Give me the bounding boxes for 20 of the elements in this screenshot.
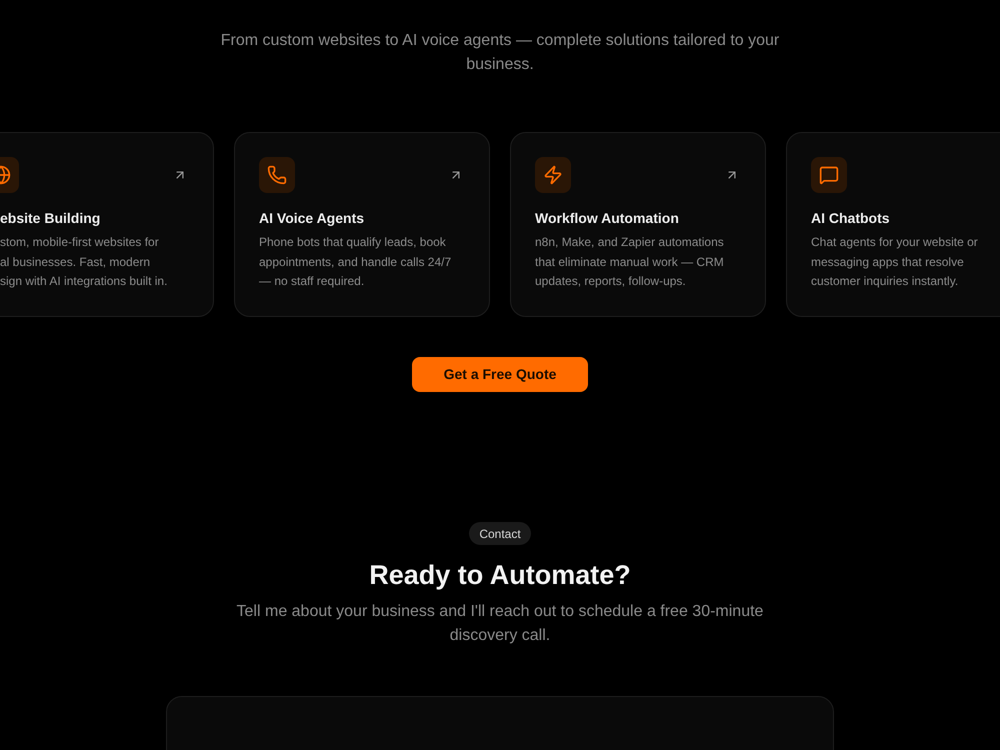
section-subtitle: From custom websites to AI voice agents — complete solutions tailored to your business. (220, 31, 780, 75)
service-description: Phone bots that qualify leads, book appointments, and handle calls 24/7 — no staff required. (259, 234, 452, 290)
contact-badge: Contact (469, 522, 531, 545)
chat-bubble-icon (811, 157, 847, 193)
service-card[interactable]: AI Chatbots Chat agents for your website or messaging apps that resolve customer inquiries instantly. (786, 132, 1000, 317)
service-description: Chat agents for your website or messaging apps that resolve customer inquiries instantly. (811, 234, 979, 290)
service-card[interactable]: AI Voice Agents Phone bots that qualify leads, book appointments, and handle calls 24/7 — no staff required. (234, 132, 490, 317)
service-title: Workflow Automation (535, 209, 680, 228)
contact-heading: Ready to Automate? (369, 559, 631, 592)
lightning-icon (535, 157, 571, 193)
service-description: n8n, Make, and Zapier automations that eliminate manual work — CRM updates, reports, follow-ups. (535, 234, 725, 290)
service-description: stom, mobile-first websites for al businesses. Fast, modern sign with AI integrations built in. (0, 234, 168, 290)
contact-subtitle: Tell me about your business and I'll reach out to schedule a free 30-minute discovery call. (236, 602, 764, 646)
service-title: AI Chatbots (811, 209, 891, 228)
phone-icon (259, 157, 295, 193)
service-title: AI Voice Agents (259, 209, 366, 228)
service-card[interactable]: Workflow Automation n8n, Make, and Zapier automations that eliminate manual work — CRM updates, reports, follow-ups. (510, 132, 766, 317)
service-card[interactable]: ebsite Building stom, mobile-first websites for al businesses. Fast, modern sign with AI integrations built in. (0, 132, 214, 317)
get-quote-button[interactable]: Get a Free Quote (412, 357, 588, 392)
service-title: ebsite Building (0, 209, 102, 228)
